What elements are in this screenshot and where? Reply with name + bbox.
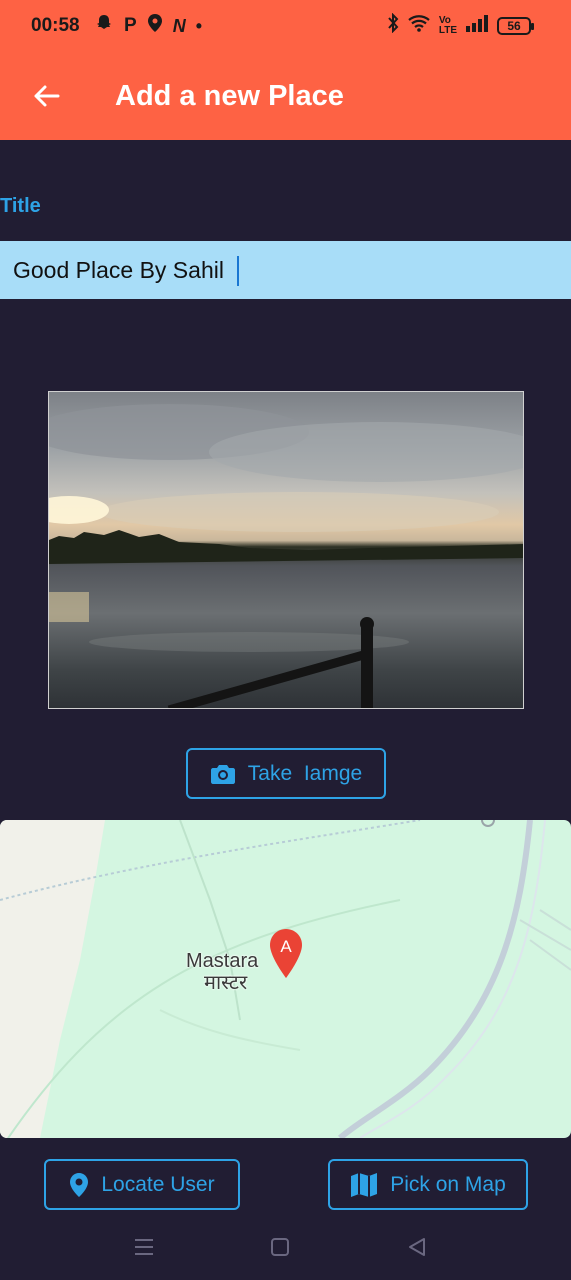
page-title: Add a new Place <box>115 80 344 112</box>
location-pin-icon <box>147 13 163 39</box>
map-icon <box>351 1172 378 1197</box>
triangle-back-icon <box>409 1238 425 1256</box>
system-nav-bar <box>0 1222 571 1280</box>
app-bar: 00:58 P N • Vo LTE 56 Add a new Place <box>0 0 571 140</box>
text-cursor <box>237 256 239 286</box>
snapchat-icon <box>94 13 114 39</box>
map-place-name-local: मास्टर <box>204 972 248 994</box>
n-icon: N <box>172 16 186 36</box>
signal-icon <box>465 13 489 39</box>
camera-icon <box>210 764 235 784</box>
take-image-label: Take Iamge <box>247 761 363 785</box>
dot-icon: • <box>195 16 202 36</box>
volte-icon: Vo LTE <box>438 15 457 36</box>
title-input[interactable] <box>0 241 571 299</box>
pick-on-map-label: Pick on Map <box>390 1172 506 1196</box>
battery-indicator: 56 <box>497 17 534 35</box>
notification-icons: P N • <box>94 13 202 39</box>
status-time: 00:58 <box>31 15 80 36</box>
marker-label: A <box>280 937 292 956</box>
pick-on-map-button[interactable]: Pick on Map <box>328 1159 528 1210</box>
map-place-label: Mastara मास्टर <box>186 950 258 994</box>
title-label: Title <box>0 195 41 217</box>
arrow-back-icon <box>34 85 60 107</box>
map-place-name: Mastara <box>186 950 259 972</box>
wifi-icon <box>407 13 431 39</box>
locate-user-button[interactable]: Locate User <box>44 1159 240 1210</box>
menu-lines-icon <box>135 1239 153 1255</box>
locate-user-label: Locate User <box>101 1172 215 1196</box>
square-icon <box>271 1238 289 1256</box>
home-button[interactable] <box>265 1232 295 1262</box>
nav-back-button[interactable] <box>402 1232 432 1262</box>
location-pin-icon <box>70 1172 89 1197</box>
p-icon: P <box>124 15 137 36</box>
system-icons: Vo LTE 56 <box>387 12 534 39</box>
back-button[interactable] <box>28 78 64 114</box>
bluetooth-icon <box>387 12 399 39</box>
map-marker-icon[interactable]: A <box>268 928 304 980</box>
recents-button[interactable] <box>129 1232 159 1262</box>
place-image <box>48 391 524 709</box>
take-image-button[interactable]: Take Iamge <box>186 748 386 799</box>
status-bar: 00:58 P N • Vo LTE 56 <box>0 0 571 52</box>
